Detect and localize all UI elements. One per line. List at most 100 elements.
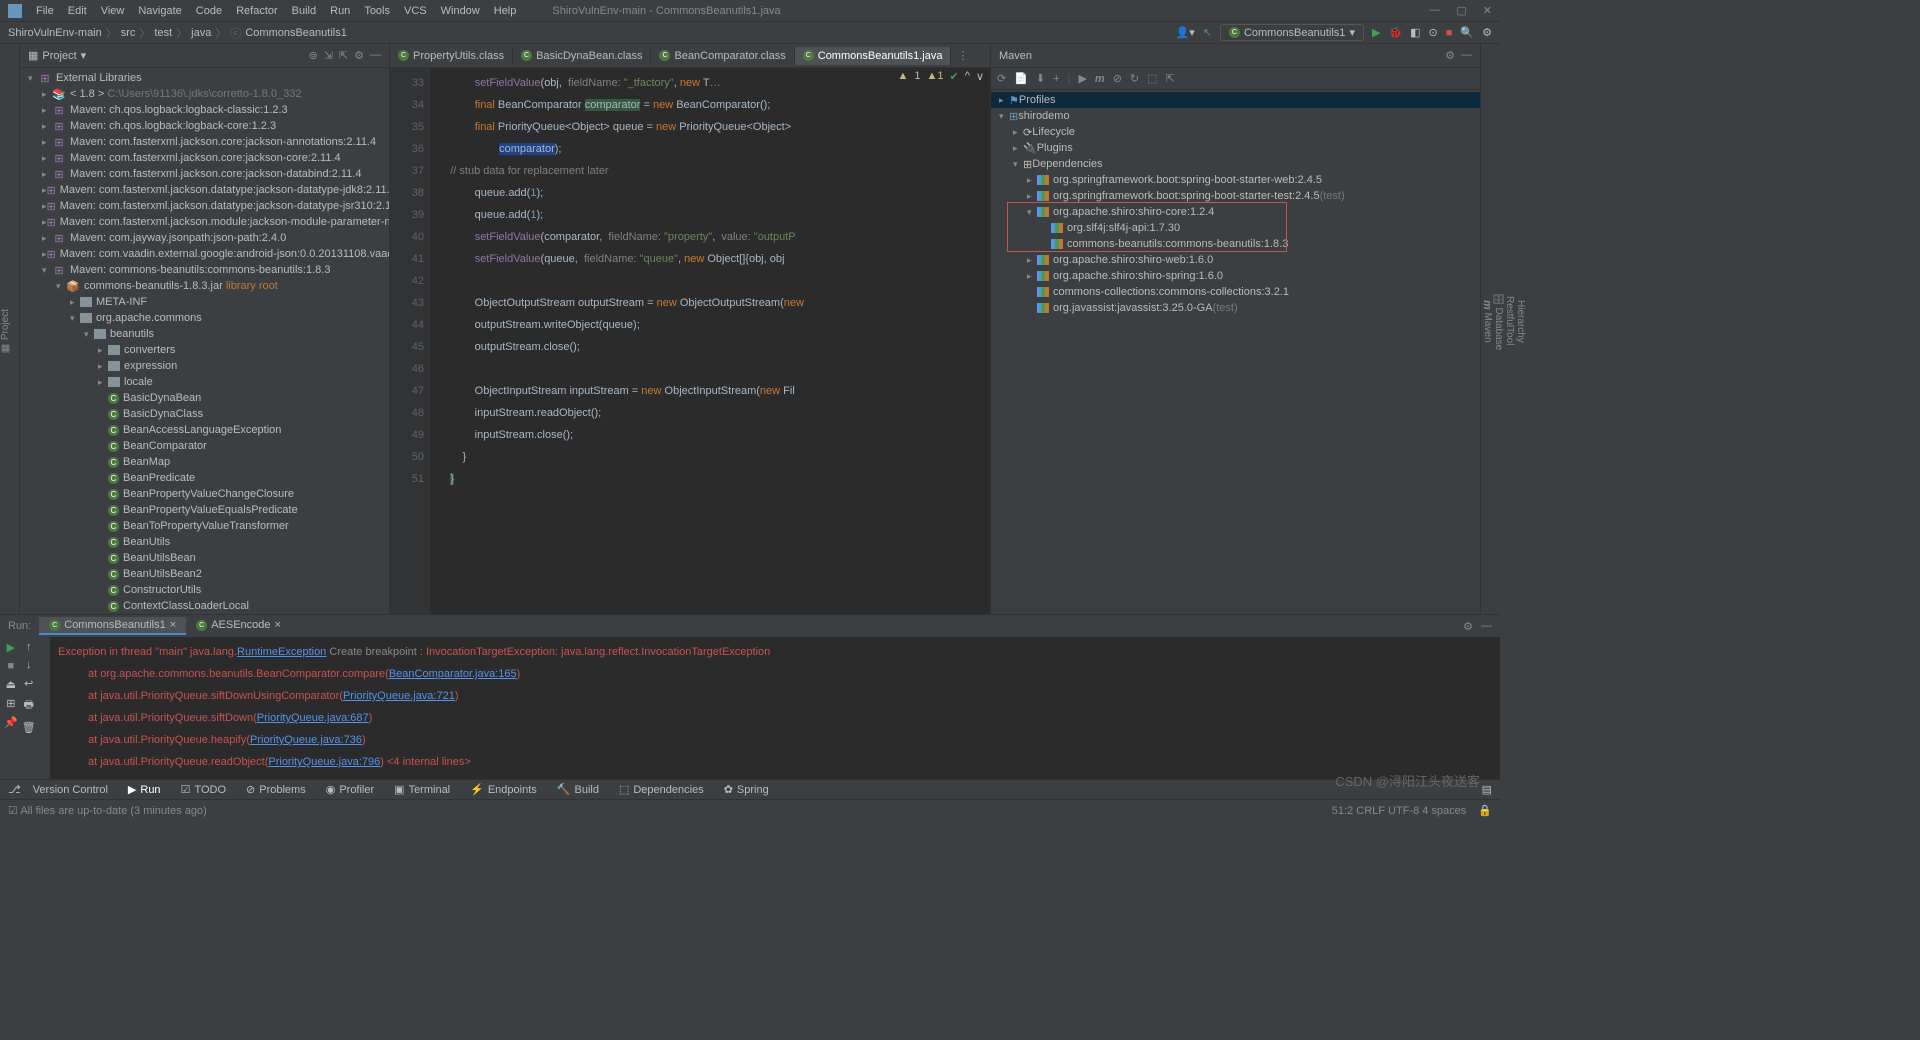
- menu-edit[interactable]: Edit: [62, 3, 93, 19]
- btab-endpoints[interactable]: ⚡ Endpoints: [462, 781, 545, 798]
- skip-tests-icon[interactable]: ↻: [1130, 72, 1139, 85]
- profile-button[interactable]: ⊙: [1429, 26, 1438, 39]
- collapse-all-icon[interactable]: ⇱: [339, 49, 348, 62]
- stop-icon[interactable]: ■: [8, 660, 15, 672]
- menu-vcs[interactable]: VCS: [398, 3, 433, 19]
- menu-tools[interactable]: Tools: [358, 3, 396, 19]
- back-icon[interactable]: ↖: [1203, 26, 1212, 39]
- tab-basicdynabean[interactable]: CBasicDynaBean.class: [513, 47, 651, 65]
- tab-commonsbeanutils1[interactable]: CCommonsBeanutils1.java: [795, 47, 952, 65]
- right-tool-stripe: m Maven 🗄 Database RestfulTool Hierarchy: [1480, 44, 1500, 614]
- project-tool-window: ▦ Project ▾ ⊚ ⇲ ⇱ ⚙ — ▾⊞External Librari…: [20, 44, 390, 614]
- run-maven-icon[interactable]: ▶: [1078, 72, 1086, 85]
- breadcrumb-test[interactable]: test: [154, 27, 172, 39]
- btab-run[interactable]: ▶ Run: [120, 781, 169, 798]
- close-icon[interactable]: ✕: [1483, 4, 1492, 17]
- restful-stripe-button[interactable]: RestfulTool: [1504, 296, 1515, 345]
- menu-file[interactable]: File: [30, 3, 60, 19]
- console-output[interactable]: Exception in thread "main" java.lang.Run…: [50, 637, 1500, 779]
- menu-help[interactable]: Help: [488, 3, 523, 19]
- run-settings-icon[interactable]: ⚙: [1463, 620, 1473, 633]
- execute-icon[interactable]: m: [1095, 73, 1105, 85]
- vcs-icon[interactable]: ⎇: [8, 783, 21, 796]
- code-editor[interactable]: ▲1 ▲1 ✔^∨ 333435363738394041424344454647…: [390, 68, 990, 614]
- maven-settings-icon[interactable]: ⚙: [1445, 49, 1455, 62]
- hide-icon[interactable]: —: [370, 49, 381, 62]
- add-icon[interactable]: +: [1053, 73, 1059, 85]
- run-tab-cb1[interactable]: CCommonsBeanutils1 ×: [39, 617, 186, 635]
- btab-profiler[interactable]: ◉ Profiler: [318, 781, 382, 798]
- show-deps-icon[interactable]: ⬚: [1147, 72, 1157, 85]
- project-tree[interactable]: ▾⊞External Libraries▸📚< 1.8 > C:\Users\9…: [20, 68, 389, 614]
- print-icon[interactable]: 🖶: [23, 696, 33, 715]
- menu-refactor[interactable]: Refactor: [230, 3, 284, 19]
- clear-icon[interactable]: 🗑: [22, 721, 36, 734]
- generate-icon[interactable]: 📄: [1014, 72, 1028, 85]
- maven-stripe-button[interactable]: m Maven: [1481, 300, 1493, 343]
- collapse-icon[interactable]: ⇱: [1166, 72, 1175, 85]
- pin-icon[interactable]: 📌: [4, 716, 18, 729]
- btab-terminal[interactable]: ▣ Terminal: [386, 781, 458, 798]
- btab-vcs[interactable]: Version Control: [25, 782, 116, 798]
- menu-code[interactable]: Code: [190, 3, 228, 19]
- wrap-icon[interactable]: ↩: [24, 677, 33, 690]
- breadcrumb-src[interactable]: src: [121, 27, 136, 39]
- btab-deps[interactable]: ⬚ Dependencies: [611, 781, 712, 798]
- breadcrumb-root[interactable]: ShiroVulnEnv-main: [8, 27, 102, 39]
- tab-beancomparator[interactable]: CBeanComparator.class: [651, 47, 794, 65]
- settings-icon[interactable]: ⚙: [1482, 26, 1492, 39]
- status-right: 51:2 CRLF UTF-8 4 spaces: [1332, 805, 1467, 817]
- run-button[interactable]: ▶: [1372, 26, 1380, 39]
- watermark: CSDN @浔阳江头夜送客: [1335, 771, 1480, 790]
- select-opened-icon[interactable]: ⊚: [308, 49, 317, 62]
- debug-button[interactable]: 🐞: [1388, 26, 1402, 39]
- stop-button[interactable]: ■: [1446, 27, 1453, 39]
- hierarchy-stripe-button[interactable]: Hierarchy: [1515, 300, 1526, 343]
- rerun-icon[interactable]: ▶: [7, 641, 15, 654]
- btab-problems[interactable]: ⊘ Problems: [238, 781, 314, 798]
- run-config-selector[interactable]: CCommonsBeanutils1▾: [1220, 24, 1364, 41]
- toggle-offline-icon[interactable]: ⊘: [1113, 72, 1122, 85]
- menu-window[interactable]: Window: [435, 3, 486, 19]
- user-icon[interactable]: 👤▾: [1176, 26, 1195, 39]
- search-icon[interactable]: 🔍: [1460, 26, 1474, 39]
- reload-icon[interactable]: ⟳: [997, 72, 1006, 85]
- exit-icon[interactable]: ⏏: [6, 678, 16, 691]
- run-hide-icon[interactable]: —: [1481, 620, 1492, 633]
- event-log-icon[interactable]: ▤: [1482, 783, 1492, 796]
- code-content[interactable]: setFieldValue(obj, fieldName: "_tfactory…: [430, 68, 990, 614]
- breadcrumb-file[interactable]: CommonsBeanutils1: [245, 27, 347, 39]
- navigation-bar: ShiroVulnEnv-main〉 src〉 test〉 java〉 ⓒ Co…: [0, 22, 1500, 44]
- maven-toolbar: ⟳ 📄 ⬇ + | ▶ m ⊘ ↻ ⬚ ⇱: [991, 68, 1480, 90]
- menu-run[interactable]: Run: [324, 3, 356, 19]
- btab-spring[interactable]: ✿ Spring: [716, 781, 777, 798]
- download-icon[interactable]: ⬇: [1036, 72, 1045, 85]
- settings-icon[interactable]: ⚙: [354, 49, 364, 62]
- tab-propertyutils[interactable]: CPropertyUtils.class: [390, 47, 513, 65]
- main-menu: File Edit View Navigate Code Refactor Bu…: [30, 3, 522, 19]
- minimize-icon[interactable]: —: [1429, 4, 1440, 17]
- btab-build[interactable]: 🔨 Build: [549, 781, 607, 798]
- menu-build[interactable]: Build: [286, 3, 322, 19]
- inspection-widget[interactable]: ▲1 ▲1 ✔^∨: [898, 70, 984, 83]
- lock-icon[interactable]: 🔒: [1478, 804, 1492, 817]
- up-icon[interactable]: ↑: [26, 641, 32, 653]
- maximize-icon[interactable]: ▢: [1456, 4, 1466, 17]
- menu-navigate[interactable]: Navigate: [132, 3, 187, 19]
- maven-tool-window: Maven ⚙ — ⟳ 📄 ⬇ + | ▶ m ⊘ ↻ ⬚ ⇱ ▸⚑ Profi…: [990, 44, 1480, 614]
- expand-all-icon[interactable]: ⇲: [324, 49, 333, 62]
- breadcrumb-java[interactable]: java: [191, 27, 211, 39]
- layout-icon[interactable]: ⊞: [6, 697, 15, 710]
- coverage-button[interactable]: ◧: [1410, 26, 1420, 39]
- tab-list-icon[interactable]: ⋮: [957, 49, 968, 62]
- maven-tree[interactable]: ▸⚑ Profiles▾⊞ shirodemo▸⟳ Lifecycle▸🔌 Pl…: [991, 90, 1480, 614]
- down-icon[interactable]: ↓: [26, 659, 32, 671]
- maven-hide-icon[interactable]: —: [1461, 49, 1472, 62]
- menu-view[interactable]: View: [95, 3, 131, 19]
- database-stripe-button[interactable]: 🗄 Database: [1493, 292, 1504, 350]
- run-tab-aes[interactable]: CAESEncode ×: [186, 617, 291, 635]
- project-view-selector[interactable]: ▦ Project ▾: [28, 49, 86, 62]
- project-stripe-button[interactable]: ▦ Project: [0, 309, 11, 354]
- window-controls: — ▢ ✕: [1429, 4, 1492, 17]
- btab-todo[interactable]: ☑ TODO: [173, 781, 234, 798]
